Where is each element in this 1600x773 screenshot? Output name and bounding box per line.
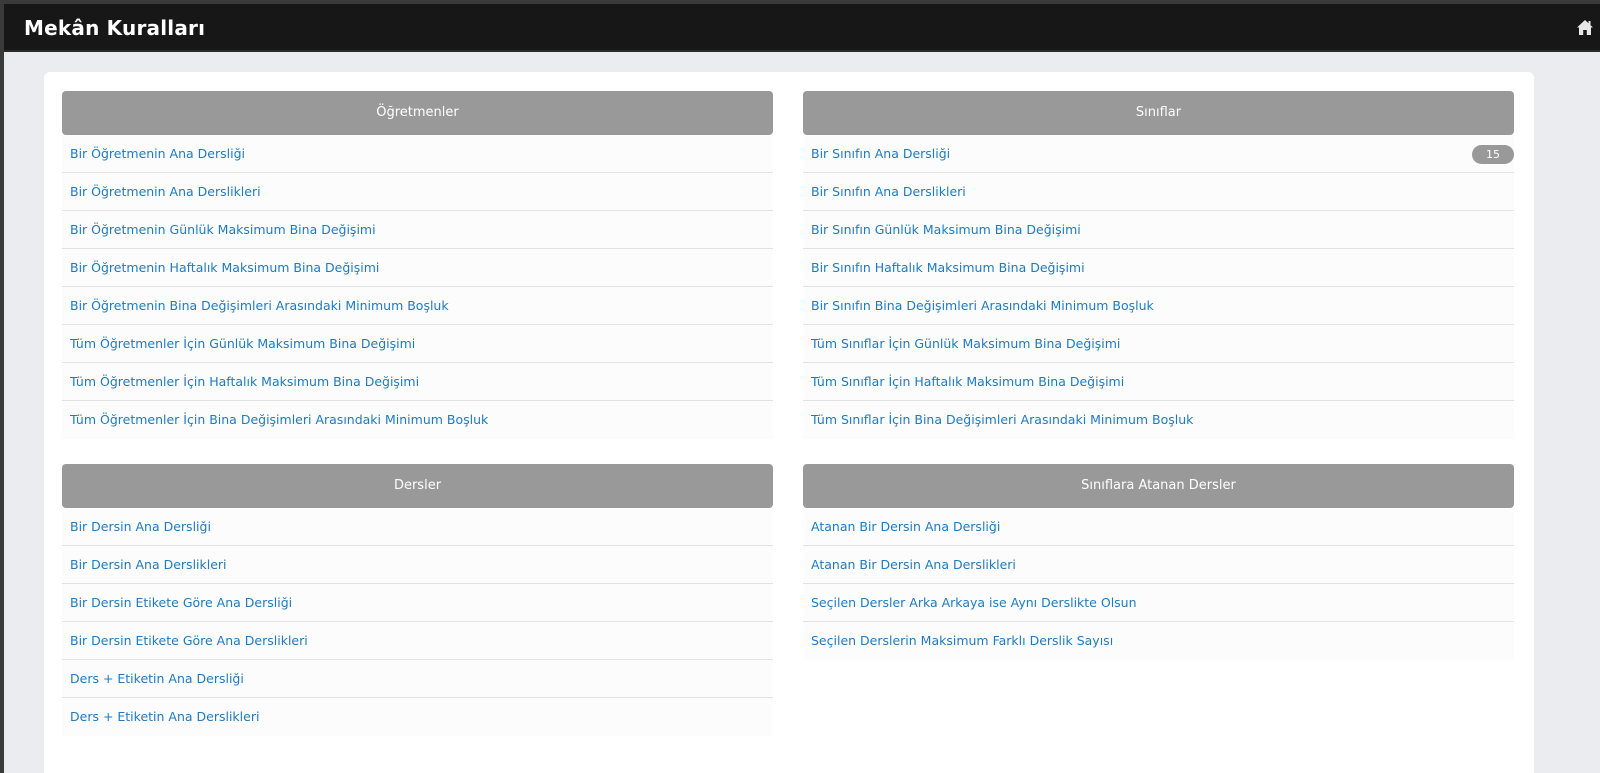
rule-link[interactable]: Bir Öğretmenin Ana Derslikleri	[62, 173, 773, 211]
rule-link[interactable]: Bir Öğretmenin Bina Değişimleri Arasında…	[62, 287, 773, 325]
panel-siniflar: Sınıflar Bir Sınıfın Ana Dersliği 15 Bir…	[803, 91, 1514, 439]
rule-link[interactable]: Ders + Etiketin Ana Dersliği	[62, 660, 773, 698]
panel-header: Dersler	[62, 464, 773, 508]
rule-link[interactable]: Tüm Sınıflar İçin Günlük Maksimum Bina D…	[803, 325, 1514, 363]
rule-link[interactable]: Bir Öğretmenin Ana Dersliği	[62, 135, 773, 173]
rule-list: Bir Sınıfın Ana Dersliği 15 Bir Sınıfın …	[803, 135, 1514, 439]
rule-link[interactable]: Bir Sınıfın Ana Derslikleri	[803, 173, 1514, 211]
panel-header: Sınıflara Atanan Dersler	[803, 464, 1514, 508]
panel-header: Sınıflar	[803, 91, 1514, 135]
rule-link[interactable]: Bir Öğretmenin Haftalık Maksimum Bina De…	[62, 249, 773, 287]
rule-link[interactable]: Bir Sınıfın Ana Dersliği 15	[803, 135, 1514, 173]
rule-link[interactable]: Atanan Bir Dersin Ana Dersliği	[803, 508, 1514, 546]
rule-link[interactable]: Seçilen Dersler Arka Arkaya ise Aynı Der…	[803, 584, 1514, 622]
rule-link[interactable]: Tüm Öğretmenler İçin Haftalık Maksimum B…	[62, 363, 773, 401]
rule-link[interactable]: Bir Sınıfın Günlük Maksimum Bina Değişim…	[803, 211, 1514, 249]
rule-link[interactable]: Bir Sınıfın Bina Değişimleri Arasındaki …	[803, 287, 1514, 325]
app-frame: Mekân Kuralları Öğretmenler Bir Öğretmen…	[4, 4, 1600, 773]
panel-dersler: Dersler Bir Dersin Ana Dersliği Bir Ders…	[62, 464, 773, 736]
rules-card: Öğretmenler Bir Öğretmenin Ana Dersliği …	[44, 72, 1534, 773]
rule-link-label: Bir Sınıfın Ana Dersliği	[811, 146, 951, 161]
rule-link[interactable]: Bir Dersin Etikete Göre Ana Derslikleri	[62, 622, 773, 660]
rule-link[interactable]: Bir Öğretmenin Günlük Maksimum Bina Deği…	[62, 211, 773, 249]
rule-link[interactable]: Seçilen Derslerin Maksimum Farklı Dersli…	[803, 622, 1514, 660]
top-bar: Mekân Kuralları	[4, 4, 1600, 52]
rule-list: Bir Dersin Ana Dersliği Bir Dersin Ana D…	[62, 508, 773, 736]
panel-header: Öğretmenler	[62, 91, 773, 135]
rule-link[interactable]: Atanan Bir Dersin Ana Derslikleri	[803, 546, 1514, 584]
rule-list: Atanan Bir Dersin Ana Dersliği Atanan Bi…	[803, 508, 1514, 660]
rule-link[interactable]: Ders + Etiketin Ana Derslikleri	[62, 698, 773, 736]
panel-ogretmenler: Öğretmenler Bir Öğretmenin Ana Dersliği …	[62, 91, 773, 439]
rule-link[interactable]: Tüm Öğretmenler İçin Bina Değişimleri Ar…	[62, 401, 773, 439]
panel-siniflara-atanan-dersler: Sınıflara Atanan Dersler Atanan Bir Ders…	[803, 464, 1514, 660]
rule-link[interactable]: Bir Dersin Ana Dersliği	[62, 508, 773, 546]
home-icon[interactable]	[1576, 19, 1594, 37]
rule-link[interactable]: Bir Sınıfın Haftalık Maksimum Bina Değiş…	[803, 249, 1514, 287]
rule-link[interactable]: Bir Dersin Ana Derslikleri	[62, 546, 773, 584]
page-title: Mekân Kuralları	[24, 16, 206, 40]
rule-link[interactable]: Tüm Öğretmenler İçin Günlük Maksimum Bin…	[62, 325, 773, 363]
rule-link[interactable]: Bir Dersin Etikete Göre Ana Dersliği	[62, 584, 773, 622]
rule-list: Bir Öğretmenin Ana Dersliği Bir Öğretmen…	[62, 135, 773, 439]
rule-link[interactable]: Tüm Sınıflar İçin Haftalık Maksimum Bina…	[803, 363, 1514, 401]
rule-link[interactable]: Tüm Sınıflar İçin Bina Değişimleri Arası…	[803, 401, 1514, 439]
count-badge: 15	[1472, 145, 1514, 164]
